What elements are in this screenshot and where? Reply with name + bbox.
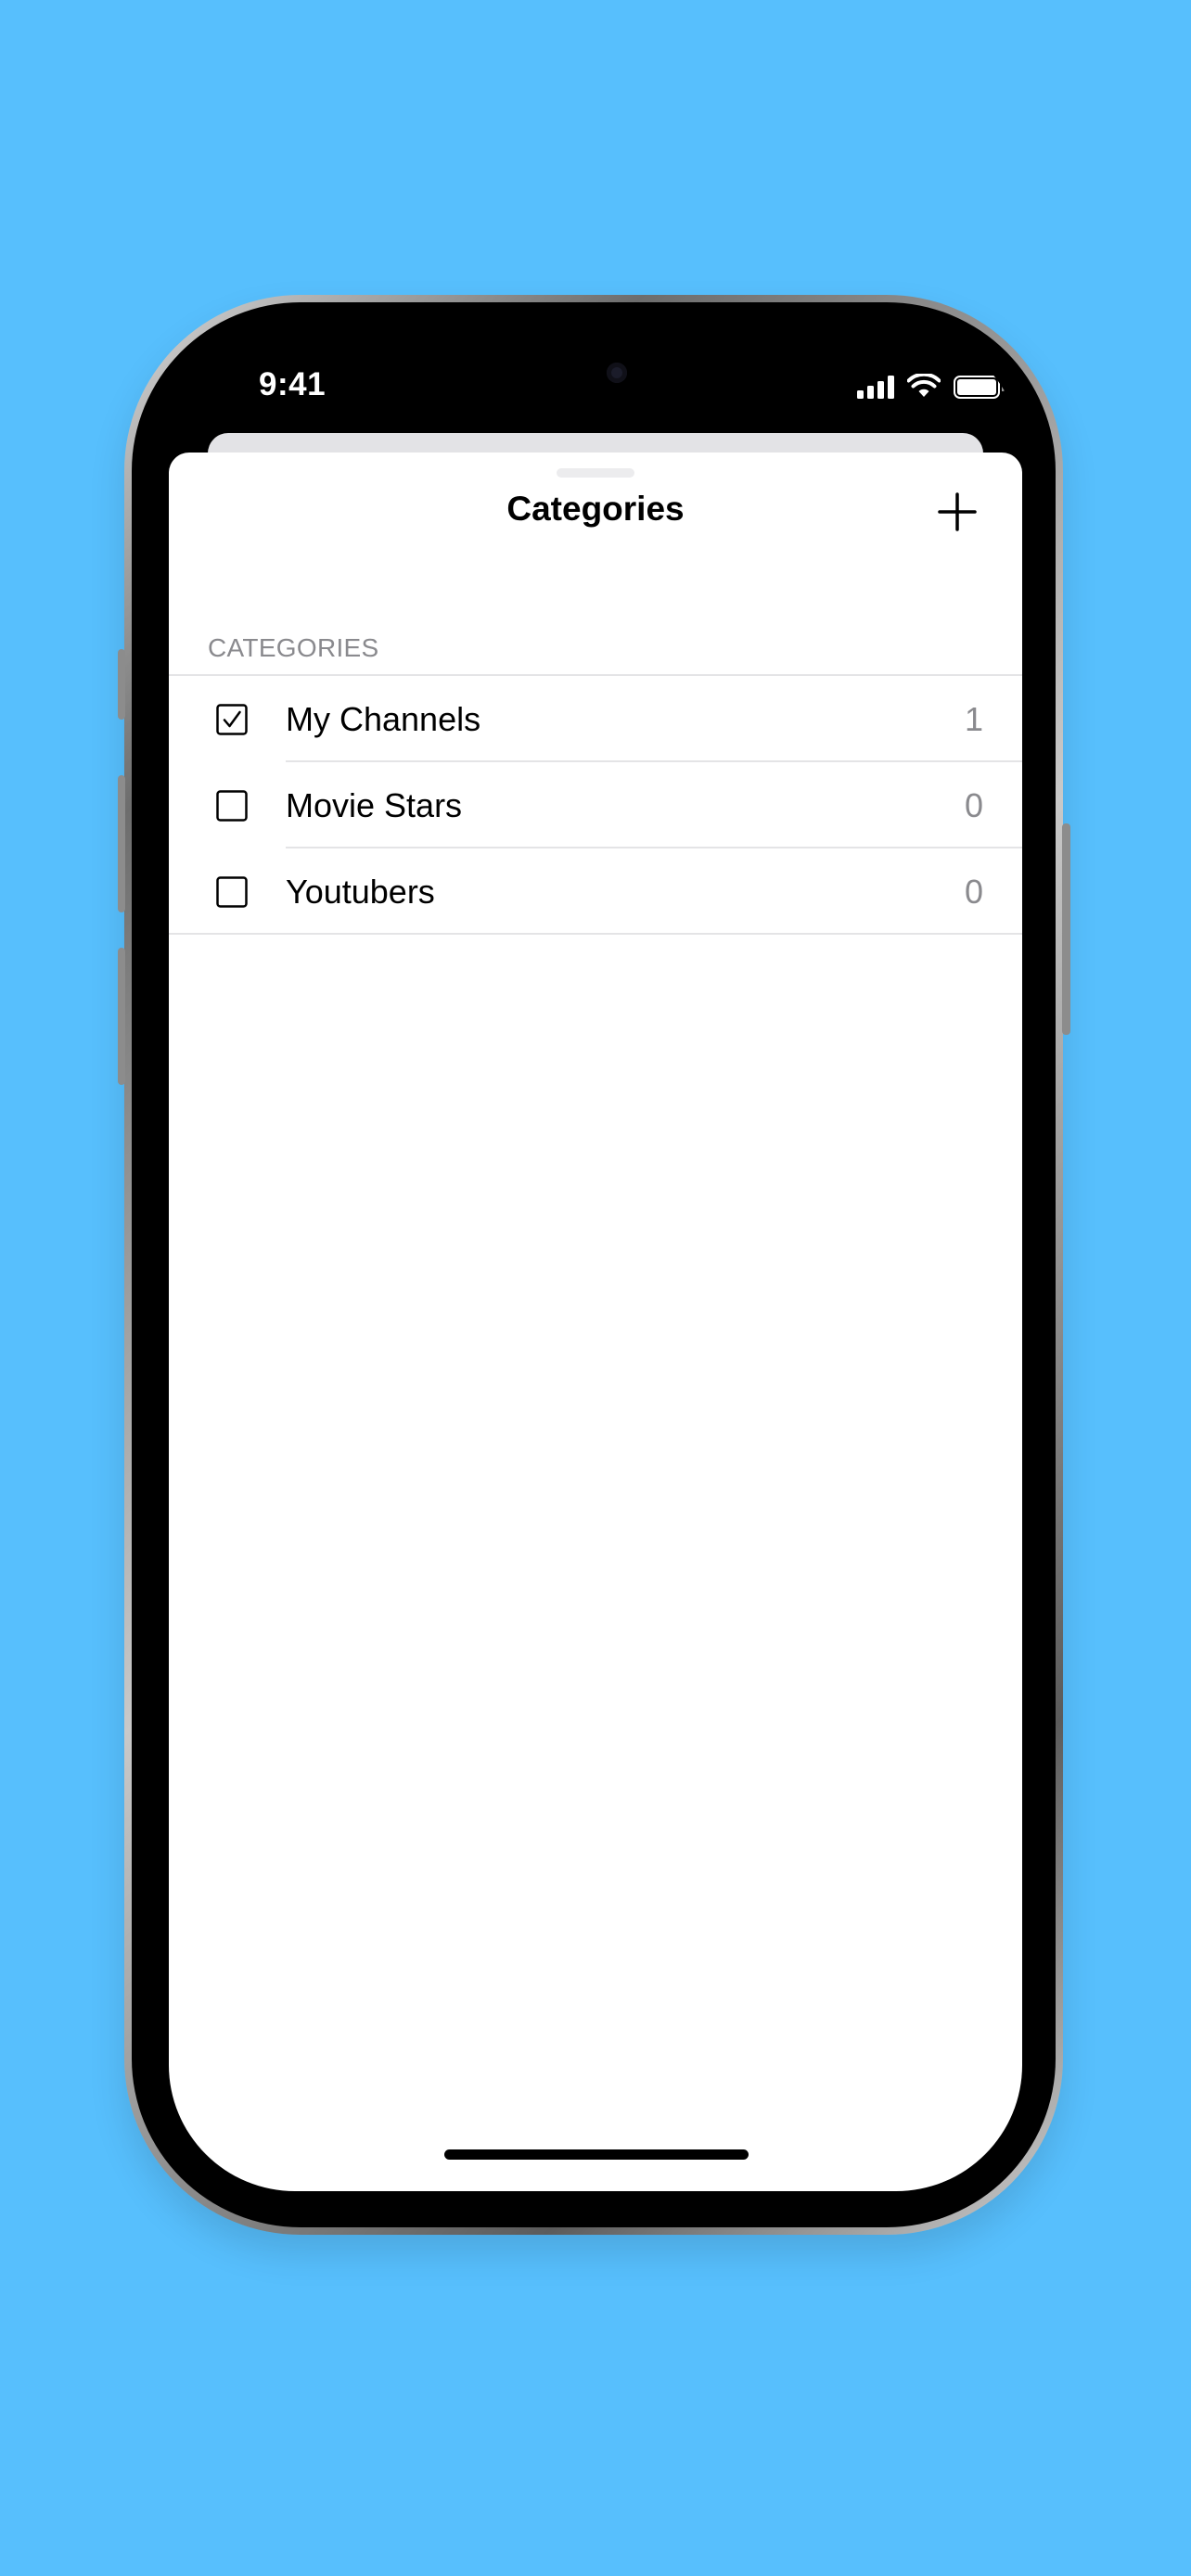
unchecked-checkbox-icon[interactable] — [216, 790, 248, 822]
sheet-title: Categories — [506, 490, 685, 528]
categories-sheet: Categories CATEGORIES My Channels 1 Movi… — [169, 453, 1022, 2191]
mute-switch — [118, 649, 125, 720]
front-camera — [607, 363, 627, 383]
category-count: 0 — [964, 873, 983, 911]
unchecked-checkbox-icon[interactable] — [216, 876, 248, 908]
category-label: Movie Stars — [286, 786, 463, 824]
add-category-button[interactable] — [931, 486, 983, 538]
category-label: Youtubers — [286, 873, 435, 911]
category-row-movie-stars[interactable]: Movie Stars 0 — [169, 762, 1022, 848]
wifi-icon — [907, 374, 941, 397]
category-count: 1 — [964, 700, 983, 738]
volume-up-button — [118, 775, 125, 912]
phone-screen: 9:41 Categories CATEGORIES My Channels 1… — [169, 329, 1022, 2191]
category-row-my-channels[interactable]: My Channels 1 — [169, 676, 1022, 762]
category-label: My Channels — [286, 700, 481, 738]
checked-checkbox-icon[interactable] — [216, 704, 248, 735]
section-header: CATEGORIES — [208, 633, 379, 662]
row-separator — [169, 933, 1022, 935]
category-count: 0 — [964, 786, 983, 824]
categories-list: My Channels 1 Movie Stars 0 Youtubers 0 — [169, 674, 1022, 935]
battery-icon — [954, 376, 1005, 399]
volume-down-button — [118, 948, 125, 1085]
sheet-grabber[interactable] — [557, 468, 634, 478]
plus-icon — [938, 492, 977, 531]
home-indicator[interactable] — [444, 2149, 749, 2160]
power-button — [1062, 823, 1070, 1035]
category-row-youtubers[interactable]: Youtubers 0 — [169, 848, 1022, 935]
status-time: 9:41 — [259, 366, 327, 402]
status-icons — [857, 374, 1005, 399]
cellular-signal-icon — [857, 375, 894, 399]
